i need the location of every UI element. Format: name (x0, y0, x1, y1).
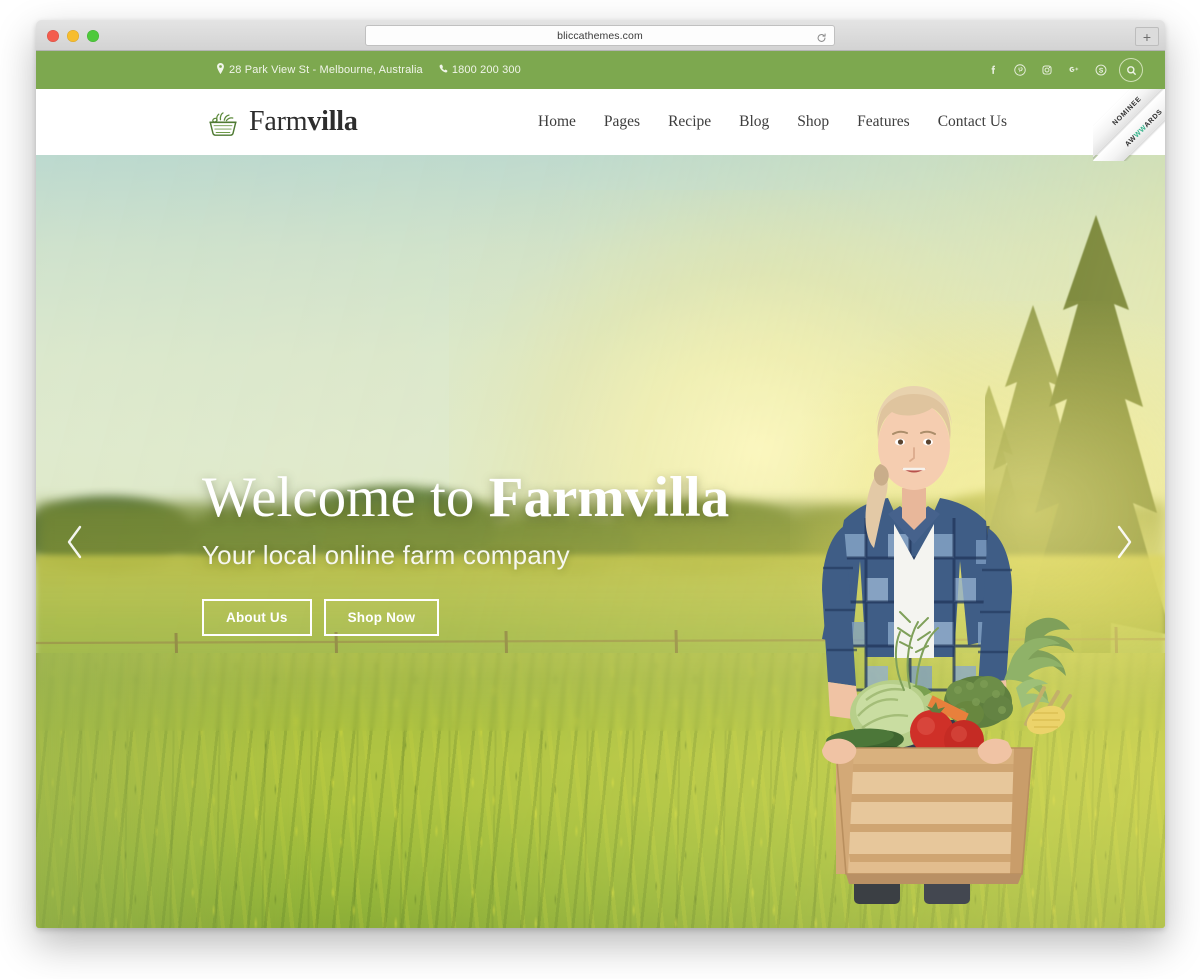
farmer-woman-with-crate-image (822, 386, 1074, 904)
top-contact-bar: 28 Park View St - Melbourne, Australia 1… (36, 51, 1165, 89)
nav-item-recipe[interactable]: Recipe (668, 113, 711, 131)
about-us-button[interactable]: About Us (202, 599, 312, 636)
hero-slider: Welcome to Farmvilla Your local online f… (36, 155, 1165, 928)
logo-text: Farmvilla (249, 106, 358, 138)
main-navigation: Home Pages Recipe Blog Shop Features Con… (538, 113, 1137, 131)
social-links (979, 57, 1143, 84)
field-left-fade (36, 653, 316, 928)
hero-title-bold: Farmvilla (488, 466, 730, 529)
logo-text-bold: villa (307, 106, 358, 137)
broccoli (944, 676, 1013, 728)
logo-text-light: Farm (249, 106, 308, 137)
shop-now-button[interactable]: Shop Now (323, 599, 440, 636)
instagram-icon[interactable] (1033, 57, 1060, 84)
browser-window: bliccathemes.com + 28 Park View St - Mel… (36, 20, 1165, 928)
url-text: bliccathemes.com (557, 29, 643, 42)
hero-content: Welcome to Farmvilla Your local online f… (202, 469, 729, 636)
minimize-window-button[interactable] (67, 30, 79, 42)
chevron-right-icon (1117, 525, 1132, 558)
site-logo[interactable]: Farmvilla (206, 106, 358, 138)
browser-chrome: bliccathemes.com + (36, 20, 1165, 51)
search-icon[interactable] (1119, 58, 1143, 82)
address-bar[interactable]: bliccathemes.com (365, 25, 835, 46)
google-plus-icon[interactable] (1060, 57, 1087, 84)
phone-text: 1800 200 300 (451, 64, 521, 76)
site-header: Farmvilla Home Pages Recipe Blog Shop Fe… (36, 89, 1165, 161)
slider-next-button[interactable] (1103, 518, 1145, 566)
nav-item-blog[interactable]: Blog (739, 113, 769, 131)
vegetable-basket-icon (206, 107, 240, 137)
address-item: 28 Park View St - Melbourne, Australia (216, 63, 423, 77)
nav-item-contact-us[interactable]: Contact Us (938, 113, 1007, 131)
page-viewport: 28 Park View St - Melbourne, Australia 1… (36, 51, 1165, 928)
window-controls (47, 30, 99, 42)
reload-icon[interactable] (816, 30, 827, 42)
hero-subtitle: Your local online farm company (202, 540, 570, 570)
chevron-left-icon (67, 525, 82, 558)
contact-info: 28 Park View St - Melbourne, Australia 1… (216, 63, 521, 77)
facebook-icon[interactable] (979, 57, 1006, 84)
maximize-window-button[interactable] (87, 30, 99, 42)
hero-cta-group: About Us Shop Now (202, 599, 729, 636)
address-text: 28 Park View St - Melbourne, Australia (229, 64, 423, 76)
new-tab-button[interactable]: + (1135, 27, 1159, 46)
phone-icon (439, 63, 448, 77)
nav-item-pages[interactable]: Pages (604, 113, 640, 131)
pinterest-icon[interactable] (1006, 57, 1033, 84)
map-pin-icon (216, 63, 225, 77)
hero-title: Welcome to Farmvilla (202, 469, 729, 526)
phone-item[interactable]: 1800 200 300 (439, 63, 521, 77)
nav-item-features[interactable]: Features (857, 113, 910, 131)
wooden-crate (835, 747, 1033, 884)
nav-item-home[interactable]: Home (538, 113, 576, 131)
nav-item-shop[interactable]: Shop (797, 113, 829, 131)
skype-icon[interactable] (1087, 57, 1114, 84)
hero-title-light: Welcome to (202, 466, 489, 529)
slider-prev-button[interactable] (54, 518, 96, 566)
close-window-button[interactable] (47, 30, 59, 42)
